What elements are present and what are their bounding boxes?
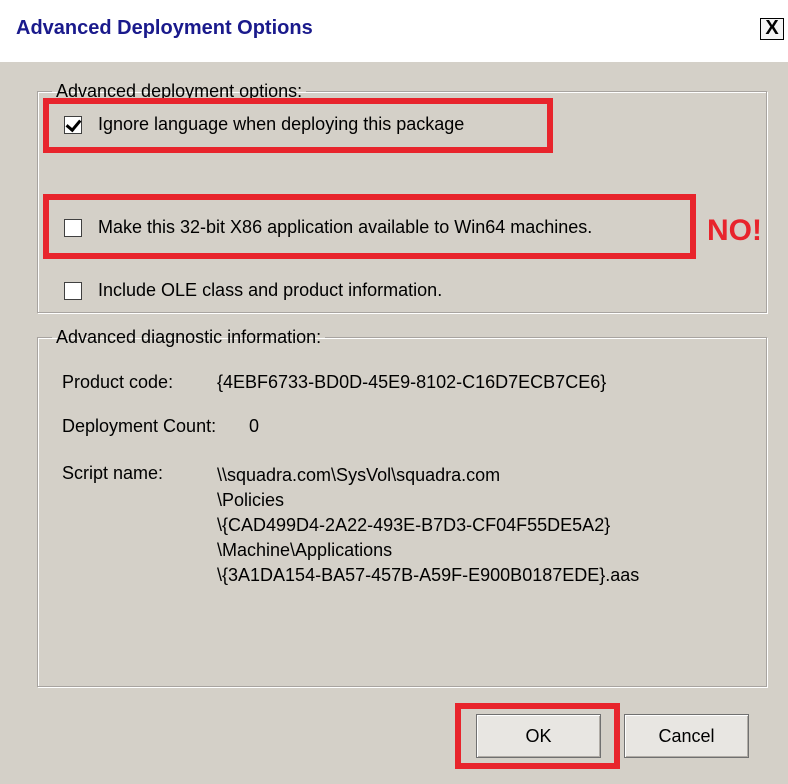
product-code-value: {4EBF6733-BD0D-45E9-8102-C16D7ECB7CE6} — [217, 372, 607, 392]
script-name-line: \Machine\Applications — [217, 540, 393, 560]
deployment-count-value: 0 — [249, 416, 260, 436]
cancel-button[interactable]: Cancel — [624, 714, 749, 758]
script-name-line: \{CAD499D4-2A22-493E-B7D3-CF04F55DE5A2} — [217, 515, 611, 535]
product-code-label: Product code: — [62, 372, 174, 392]
close-button[interactable]: X — [760, 18, 784, 40]
diagnostic-info-legend: Advanced diagnostic information: — [56, 327, 322, 347]
script-name-label: Script name: — [62, 463, 164, 483]
no-annotation: NO! — [707, 214, 762, 247]
script-name-value: \\squadra.com\SysVol\squadra.com \Polici… — [217, 463, 639, 588]
highlight-box-win64 — [43, 194, 696, 259]
cancel-button-label: Cancel — [658, 725, 715, 746]
deployment-count-label: Deployment Count: — [62, 416, 217, 436]
title-bar: Advanced Deployment Options X — [0, 0, 788, 62]
include-ole-checkbox[interactable] — [64, 281, 82, 300]
script-name-line: \Policies — [217, 490, 285, 510]
window-title: Advanced Deployment Options — [16, 17, 313, 39]
script-name-line: \\squadra.com\SysVol\squadra.com — [217, 465, 501, 485]
include-ole-label[interactable]: Include OLE class and product informatio… — [98, 280, 442, 301]
script-name-line: \{3A1DA154-BA57-457B-A59F-E900B0187EDE}.… — [217, 565, 640, 585]
include-ole-option[interactable]: Include OLE class and product informatio… — [64, 280, 442, 301]
highlight-box-ignore-language — [43, 98, 553, 153]
dialog-body: Advanced deployment options: Ignore lang… — [0, 62, 788, 784]
highlight-box-ok — [455, 703, 620, 769]
close-icon: X — [765, 17, 779, 39]
